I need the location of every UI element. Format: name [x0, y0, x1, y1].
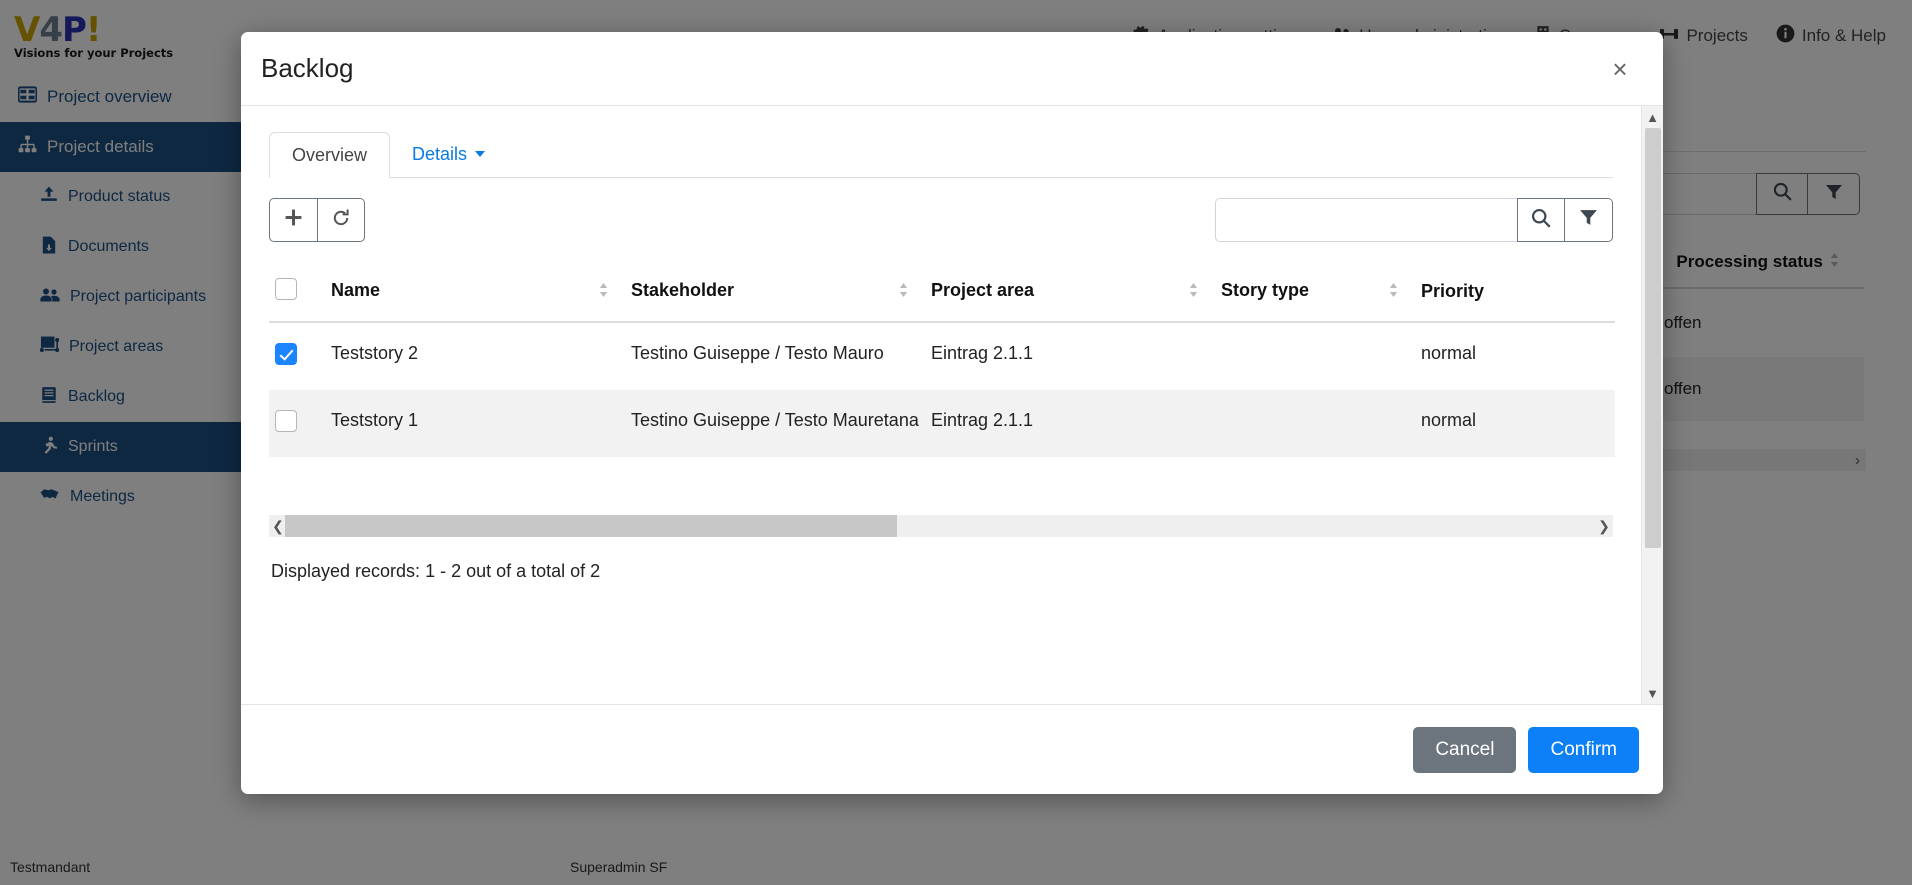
sort-icon[interactable] [1188, 282, 1199, 303]
cell-checkbox[interactable] [269, 322, 325, 390]
modal-toolbar [269, 178, 1613, 262]
backlog-table: Name Stakeholder Project area Story type… [269, 262, 1615, 457]
cell-stakeholder: Testino Guiseppe / Testo Mauro [631, 343, 884, 363]
plus-icon [284, 208, 303, 232]
scrollbar-thumb[interactable] [285, 515, 897, 537]
cell-checkbox[interactable] [269, 390, 325, 457]
modal-header: Backlog × [241, 32, 1663, 106]
modal-action-button-group [269, 198, 365, 242]
modal-search-group [1215, 198, 1613, 242]
table-row[interactable]: Teststory 1 Testino Guiseppe / Testo Mau… [269, 390, 1615, 457]
header-label: Project area [931, 280, 1035, 300]
modal-body: Overview Details Name Stakeholder Projec… [241, 106, 1663, 704]
tab-label: Overview [292, 144, 368, 165]
row-checkbox[interactable] [275, 410, 297, 432]
header-stakeholder[interactable]: Stakeholder [625, 262, 925, 323]
modal-scroll-pane: Overview Details Name Stakeholder Projec… [241, 106, 1641, 704]
chevron-down-icon [475, 151, 486, 157]
tab-details[interactable]: Details [390, 131, 507, 177]
select-all-checkbox[interactable] [275, 278, 297, 300]
header-label: Name [331, 280, 381, 300]
sort-icon[interactable] [1388, 282, 1399, 303]
header-select-all[interactable] [269, 262, 325, 323]
modal-tab-bar: Overview Details [269, 132, 1613, 178]
cell-priority: normal [1415, 390, 1615, 457]
filter-button[interactable] [1565, 198, 1613, 242]
cell-stakeholder: Testino Guiseppe / Testo Mauretana [625, 390, 925, 457]
table-header-row: Name Stakeholder Project area Story type… [269, 262, 1615, 323]
tab-label: Details [412, 143, 468, 164]
confirm-button[interactable]: Confirm [1528, 726, 1639, 773]
refresh-icon [331, 208, 351, 233]
scroll-right-icon[interactable]: ❯ [1595, 518, 1613, 535]
header-name[interactable]: Name [325, 262, 625, 323]
sort-icon[interactable] [598, 282, 609, 303]
cell-story-type [1215, 322, 1415, 390]
modal-title: Backlog [261, 53, 354, 83]
header-story-type[interactable]: Story type [1215, 262, 1415, 323]
records-count-label: Displayed records: 1 - 2 out of a total … [271, 561, 601, 581]
header-priority[interactable]: Priority [1415, 262, 1615, 323]
filter-icon [1578, 207, 1599, 233]
cancel-button[interactable]: Cancel [1413, 726, 1517, 773]
search-button[interactable] [1517, 198, 1565, 242]
header-label: Priority [1421, 281, 1485, 301]
header-label: Story type [1221, 280, 1310, 300]
table-horizontal-scrollbar[interactable]: ❮ ❯ [269, 515, 1613, 537]
tab-overview[interactable]: Overview [269, 132, 391, 178]
refresh-button[interactable] [317, 198, 365, 242]
modal-vertical-scrollbar[interactable]: ▲ ▼ [1641, 106, 1663, 704]
cell-story-type [1215, 390, 1415, 457]
cell-name: Teststory 1 [325, 390, 625, 457]
search-icon [1530, 207, 1552, 234]
close-icon[interactable]: × [1603, 52, 1637, 86]
sort-icon[interactable] [898, 282, 909, 303]
cell-project-area: Eintrag 2.1.1 [931, 343, 1034, 363]
cell-project-area: Eintrag 2.1.1 [925, 390, 1215, 457]
cell-name: Teststory 2 [331, 343, 419, 363]
scroll-up-icon[interactable]: ▲ [1642, 106, 1664, 128]
scroll-left-icon[interactable]: ❮ [269, 518, 287, 535]
backlog-modal-dialog: Backlog × Overview Details Name Stakehol… [241, 32, 1663, 794]
modal-footer: Cancel Confirm [241, 704, 1663, 794]
header-project-area[interactable]: Project area [925, 262, 1215, 323]
search-input[interactable] [1215, 198, 1517, 242]
header-label: Stakeholder [631, 280, 735, 300]
row-checkbox[interactable] [275, 343, 297, 365]
cell-priority: normal [1421, 343, 1477, 363]
table-row[interactable]: Teststory 2 Testino Guiseppe / Testo Mau… [269, 322, 1615, 390]
scrollbar-thumb[interactable] [1644, 128, 1661, 548]
add-button[interactable] [269, 198, 317, 242]
scroll-down-icon[interactable]: ▼ [1642, 682, 1664, 704]
